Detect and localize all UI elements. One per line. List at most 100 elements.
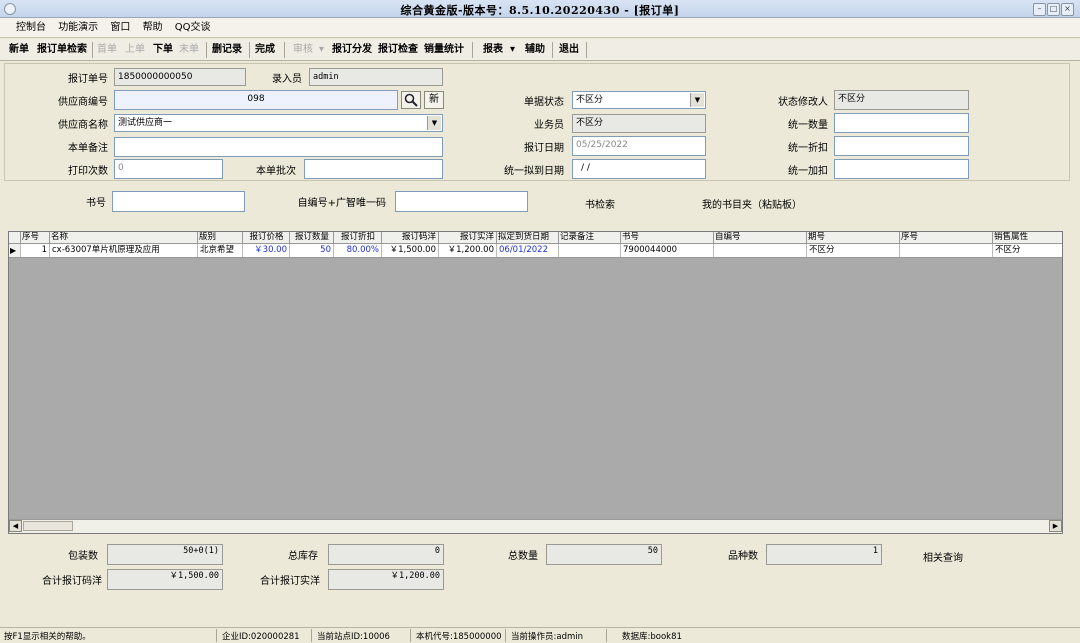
cell-issue[interactable]: 不区分	[807, 244, 900, 257]
order-no-field: 1850000000050	[114, 68, 246, 86]
book-search-link[interactable]: 书检索	[585, 196, 615, 211]
report-dropdown-icon[interactable]: ▾	[510, 43, 515, 57]
assist-button[interactable]: 辅助	[525, 43, 545, 57]
cell-discount[interactable]: 80.00%	[334, 244, 382, 257]
menu-window[interactable]: 窗口	[110, 18, 130, 38]
table-row[interactable]: ▶ 1 cx-63007单片机原理及应用 北京希望 ￥30.00 50 80.0…	[9, 244, 1062, 258]
exit-button[interactable]: 退出	[559, 43, 579, 57]
related-query-link[interactable]: 相关查询	[923, 549, 963, 564]
toolbar: 新单 报订单检索 首单 上单 下单 末单 删记录 完成 审核 ▾ 报订分发 报订…	[0, 39, 1080, 61]
code-input[interactable]	[395, 191, 528, 212]
supplier-search-button[interactable]	[401, 91, 421, 109]
col-header-remark[interactable]: 记录备注	[559, 232, 621, 243]
cell-edition[interactable]: 北京希望	[198, 244, 243, 257]
unified-discount-input[interactable]	[834, 136, 969, 156]
status-select[interactable]: 不区分 ▼	[572, 91, 706, 109]
col-header-isbn[interactable]: 书号	[621, 232, 714, 243]
report-button[interactable]: 报表	[483, 43, 503, 57]
maximize-icon[interactable]: □	[1047, 3, 1060, 16]
cell-arrival-date[interactable]: 06/01/2022	[497, 244, 559, 257]
col-header-serial[interactable]: 序号	[900, 232, 993, 243]
status-value: 不区分	[576, 95, 604, 105]
supplier-name-select[interactable]: 测试供应商一 ▼	[114, 114, 443, 132]
order-search-button[interactable]: 报订单检索	[37, 43, 87, 57]
col-header-issue[interactable]: 期号	[807, 232, 900, 243]
col-header-name[interactable]: 名称	[50, 232, 198, 243]
scroll-left-icon[interactable]: ◀	[9, 520, 22, 532]
col-header-edition[interactable]: 版别	[198, 232, 243, 243]
col-header-seq[interactable]: 序号	[21, 232, 50, 243]
col-header-self-code[interactable]: 自编号	[714, 232, 807, 243]
menu-demo[interactable]: 功能演示	[58, 18, 98, 38]
cell-name[interactable]: cx-63007单片机原理及应用	[50, 244, 198, 257]
chevron-down-icon[interactable]: ▼	[427, 116, 441, 130]
unified-markup-input[interactable]	[834, 159, 969, 179]
menu-console[interactable]: 控制台	[16, 18, 46, 38]
next-order-button[interactable]: 下单	[153, 43, 173, 57]
menu-qq[interactable]: QQ交谈	[175, 18, 211, 38]
prev-order-button[interactable]: 上单	[125, 43, 145, 57]
grid-corner	[9, 232, 21, 243]
close-icon[interactable]: ×	[1061, 3, 1074, 16]
last-order-button[interactable]: 末单	[179, 43, 199, 57]
cell-list-total[interactable]: ￥1,500.00	[382, 244, 439, 257]
chevron-down-icon[interactable]: ▼	[690, 93, 704, 107]
scroll-right-icon[interactable]: ▶	[1049, 520, 1062, 532]
cell-seq[interactable]: 1	[21, 244, 50, 257]
supplier-code-input[interactable]: 098	[114, 90, 398, 110]
stock-field: 0	[328, 544, 444, 565]
col-header-qty[interactable]: 报订数量	[290, 232, 334, 243]
menu-help[interactable]: 帮助	[143, 18, 163, 38]
menu-bar: 控制台 功能演示 窗口 帮助 QQ交谈	[0, 18, 1080, 38]
entry-field: admin	[309, 68, 443, 86]
cell-remark[interactable]	[559, 244, 621, 257]
horizontal-scrollbar[interactable]: ◀ ▶	[9, 519, 1062, 533]
unified-qty-input[interactable]	[834, 113, 969, 133]
col-header-list-total[interactable]: 报订码洋	[382, 232, 439, 243]
order-check-button[interactable]: 报订检查	[378, 43, 418, 57]
total-qty-field: 50	[546, 544, 662, 565]
minimize-icon[interactable]: –	[1033, 3, 1046, 16]
total-list-field: ￥1,500.00	[107, 569, 223, 590]
kinds-field: 1	[766, 544, 882, 565]
new-order-button[interactable]: 新单	[9, 43, 29, 57]
code-label: 自编号+广智唯一码	[297, 198, 386, 209]
order-items-grid: 序号 名称 版别 报订价格 报订数量 报订折扣 报订码洋 报订实洋 拟定到货日期…	[8, 231, 1063, 534]
col-header-discount[interactable]: 报订折扣	[334, 232, 382, 243]
print-count-field[interactable]: 0	[114, 159, 223, 179]
plan-date-input[interactable]: / /	[572, 159, 706, 179]
cell-self-code[interactable]	[714, 244, 807, 257]
cell-qty[interactable]: 50	[290, 244, 334, 257]
review-button[interactable]: 审核	[293, 43, 313, 57]
order-date-field[interactable]: 05/25/2022	[572, 136, 706, 156]
book-no-input[interactable]	[112, 191, 245, 212]
distribute-button[interactable]: 报订分发	[332, 43, 372, 57]
first-order-button[interactable]: 首单	[97, 43, 117, 57]
cell-isbn[interactable]: 7900044000	[621, 244, 714, 257]
status-operator: 当前操作员:admin	[511, 632, 583, 642]
delete-record-button[interactable]: 删记录	[212, 43, 242, 57]
cell-net-total[interactable]: ￥1,200.00	[439, 244, 497, 257]
my-books-link[interactable]: 我的书目夹（粘贴板）	[702, 196, 802, 211]
new-supplier-button[interactable]: 新	[424, 91, 444, 109]
scroll-thumb[interactable]	[23, 521, 73, 531]
col-header-price[interactable]: 报订价格	[243, 232, 290, 243]
status-machine: 本机代号:185000000	[416, 632, 502, 642]
batch-input[interactable]	[304, 159, 443, 179]
col-header-net-total[interactable]: 报订实洋	[439, 232, 497, 243]
supplier-name-label: 供应商名称	[58, 120, 108, 131]
col-header-sales-attr[interactable]: 销售属性	[993, 232, 1062, 243]
order-date-label: 报订日期	[524, 143, 564, 154]
done-button[interactable]: 完成	[255, 43, 275, 57]
kinds-label: 品种数	[728, 551, 758, 562]
remark-input[interactable]	[114, 137, 443, 157]
review-dropdown-icon[interactable]: ▾	[319, 43, 324, 57]
stock-label: 总库存	[288, 551, 318, 562]
sales-stats-button[interactable]: 销量统计	[424, 43, 464, 57]
cell-sales-attr[interactable]: 不区分	[993, 244, 1062, 257]
cell-price[interactable]: ￥30.00	[243, 244, 290, 257]
search-icon	[404, 93, 418, 107]
cell-serial[interactable]	[900, 244, 993, 257]
col-header-arrival-date[interactable]: 拟定到货日期	[497, 232, 559, 243]
status-bar: 按F1显示相关的帮助。 企业ID:020000281 当前站点ID:10006 …	[0, 627, 1080, 643]
